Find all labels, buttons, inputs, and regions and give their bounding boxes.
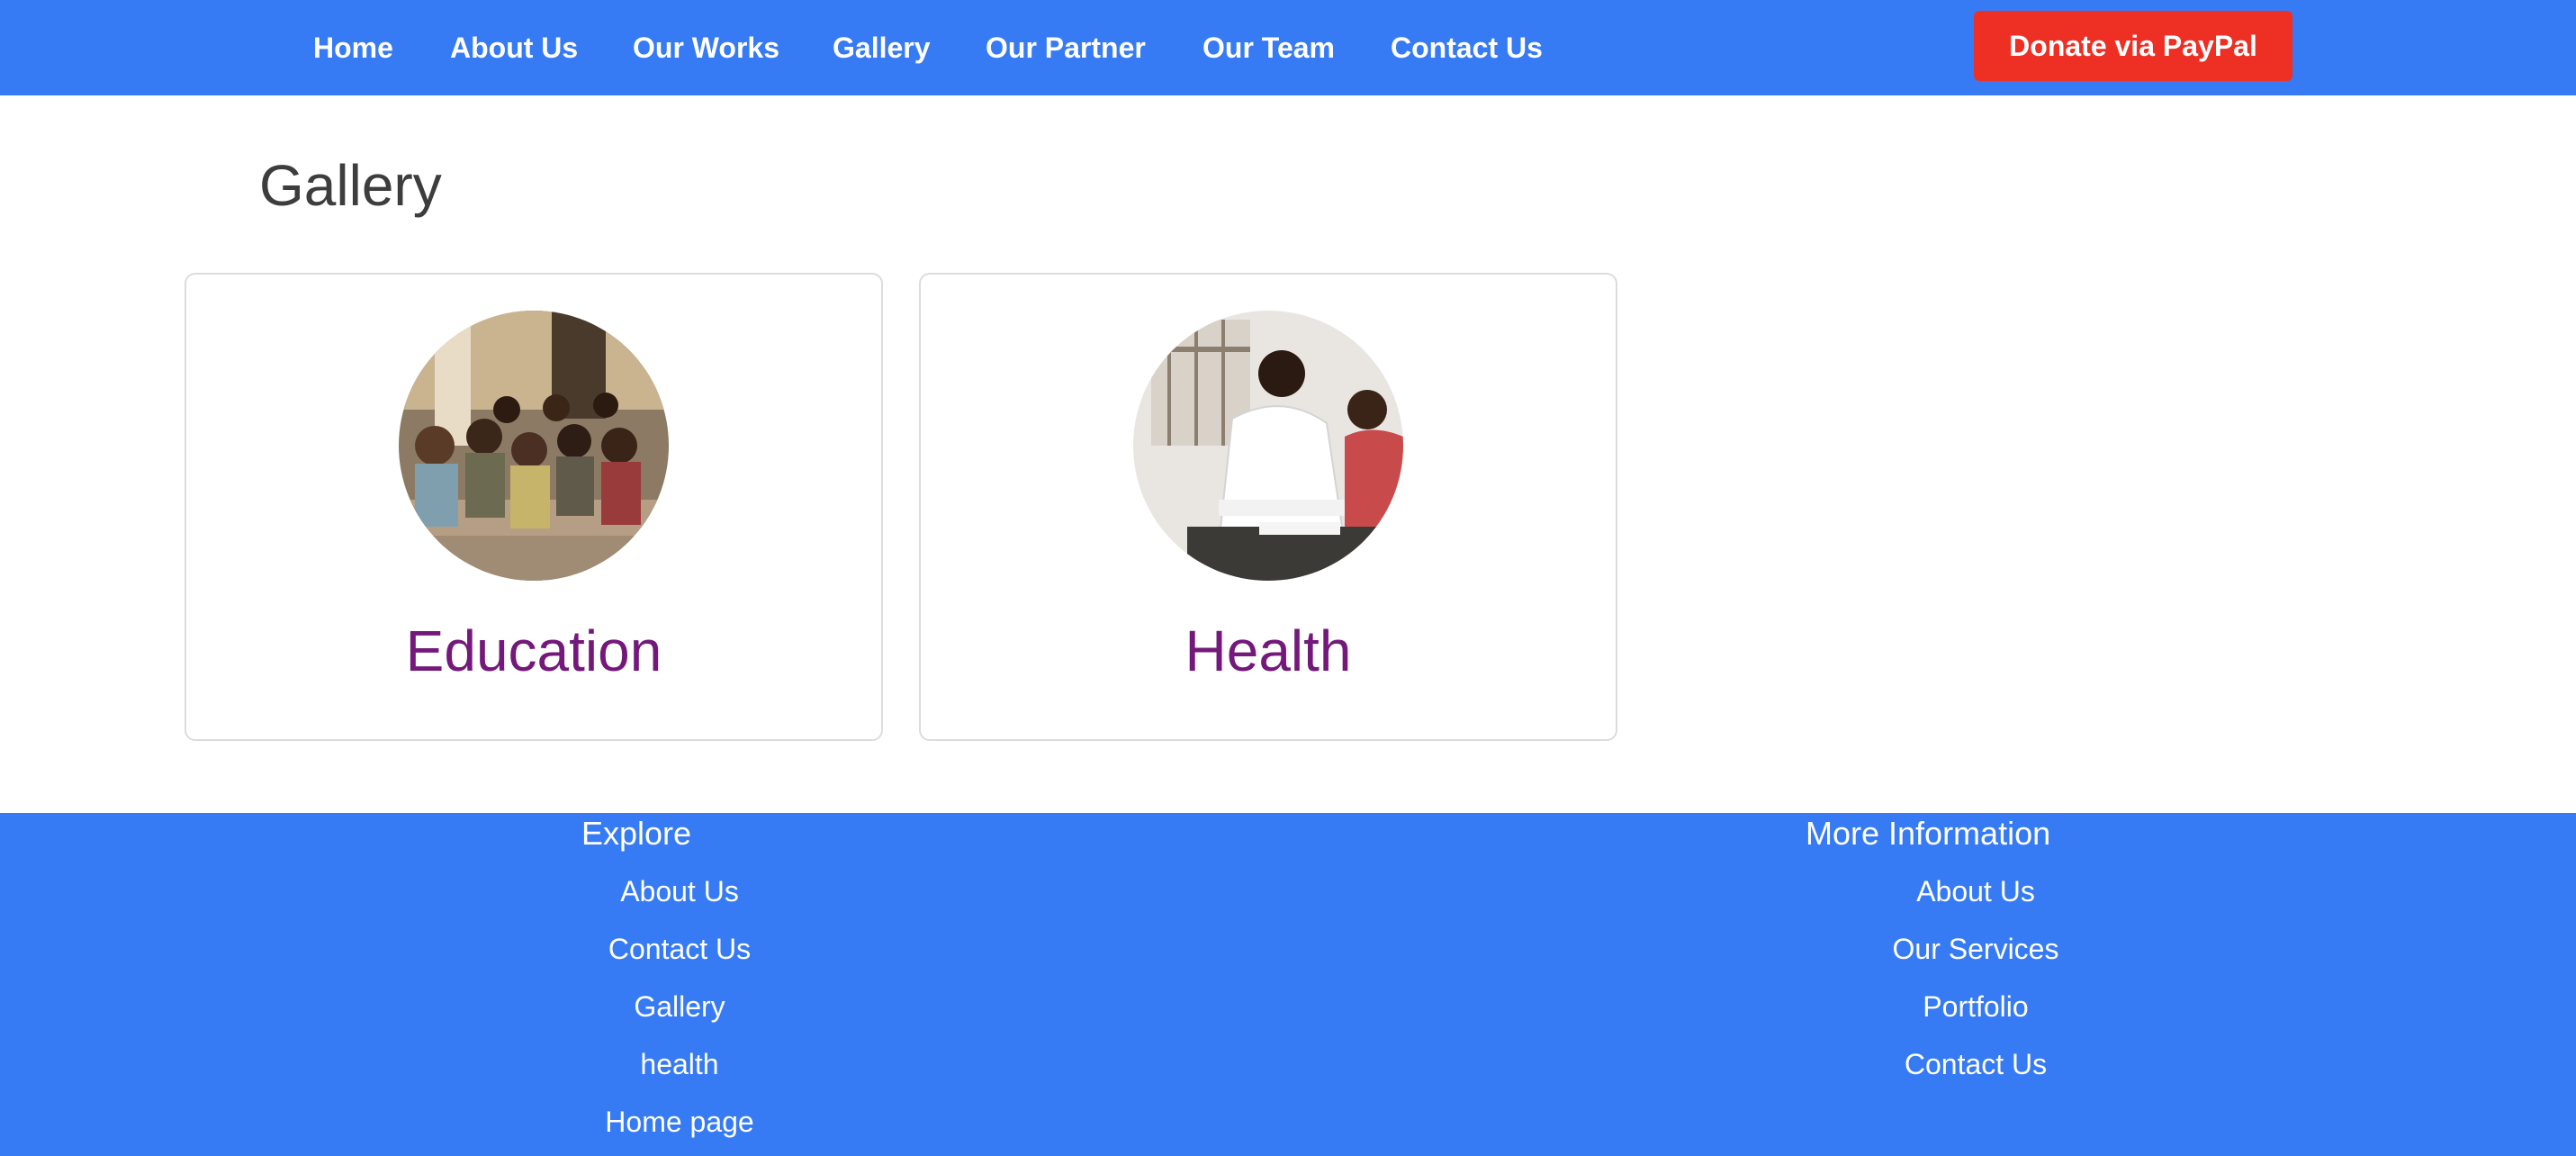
- gallery-card-education[interactable]: Education: [185, 273, 883, 741]
- gallery-card-health[interactable]: Health: [919, 273, 1617, 741]
- nav-link-contact-us[interactable]: Contact Us: [1391, 27, 1543, 68]
- nav-link-about-us[interactable]: About Us: [450, 27, 578, 68]
- donate-paypal-button[interactable]: Donate via PayPal: [1974, 11, 2292, 81]
- footer-more-info-contact-us[interactable]: Contact Us: [1796, 1043, 2156, 1085]
- health-photo: [1133, 311, 1403, 581]
- card-title-health: Health: [1184, 619, 1352, 683]
- nav-link-our-partner[interactable]: Our Partner: [986, 27, 1146, 68]
- page-title: Gallery: [259, 153, 442, 218]
- footer-explore-contact-us[interactable]: Contact Us: [500, 928, 860, 970]
- footer-explore-heading: Explore: [581, 815, 692, 852]
- footer-explore-health[interactable]: health: [500, 1043, 860, 1085]
- footer-more-info-about-us[interactable]: About Us: [1796, 871, 2156, 912]
- nav-link-gallery[interactable]: Gallery: [833, 27, 931, 68]
- card-title-education: Education: [405, 619, 662, 683]
- footer: Explore About Us Contact Us Gallery heal…: [0, 813, 2576, 1156]
- footer-explore-about-us[interactable]: About Us: [500, 871, 860, 912]
- footer-more-info-our-services[interactable]: Our Services: [1796, 928, 2156, 970]
- nav-link-our-team[interactable]: Our Team: [1202, 27, 1335, 68]
- top-navbar: Home About Us Our Works Gallery Our Part…: [0, 0, 2576, 95]
- footer-explore-home-page[interactable]: Home page: [500, 1101, 860, 1142]
- footer-more-info-portfolio[interactable]: Portfolio: [1796, 986, 2156, 1027]
- nav-link-home[interactable]: Home: [313, 27, 393, 68]
- education-photo: [399, 311, 669, 581]
- nav-link-our-works[interactable]: Our Works: [633, 27, 779, 68]
- footer-more-info-heading: More Information: [1806, 815, 2051, 852]
- footer-explore-gallery[interactable]: Gallery: [500, 986, 860, 1027]
